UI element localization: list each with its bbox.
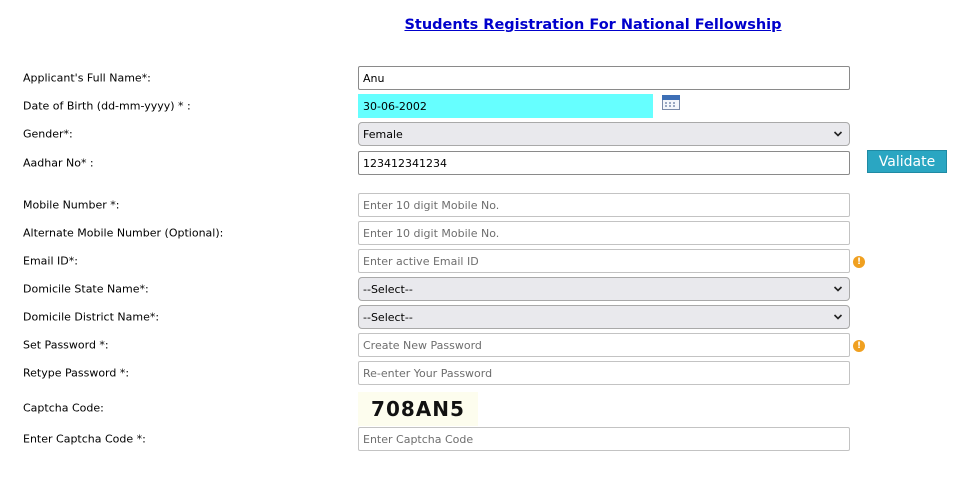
dob-row: Date of Birth (dd-mm-yyyy) * : (0, 94, 955, 118)
gender-selected-value: Female (363, 127, 403, 141)
chevron-down-icon (833, 131, 843, 137)
captcha-label: Captcha Code: (23, 401, 104, 415)
password-label: Set Password *: (23, 338, 109, 352)
domicile-district-selected-value: --Select-- (363, 310, 413, 324)
domicile-state-selected-value: --Select-- (363, 282, 413, 296)
captcha-input-row: Enter Captcha Code *: (0, 427, 955, 451)
retype-password-label: Retype Password *: (23, 366, 130, 380)
dob-input[interactable] (358, 94, 653, 118)
domicile-district-select[interactable]: --Select-- (358, 305, 850, 329)
password-row: Set Password *: (0, 333, 955, 357)
aadhar-row: Aadhar No* : (0, 151, 955, 175)
email-row: Email ID*: (0, 249, 955, 273)
validate-button[interactable]: Validate (867, 150, 947, 173)
retype-password-input[interactable] (358, 361, 850, 385)
mobile-label: Mobile Number *: (23, 198, 120, 212)
chevron-down-icon (833, 314, 843, 320)
captcha-input[interactable] (358, 427, 850, 451)
dob-label: Date of Birth (dd-mm-yyyy) * : (23, 99, 191, 113)
domicile-state-label: Domicile State Name*: (23, 282, 149, 296)
password-info-icon[interactable]: ! (853, 340, 865, 352)
email-info-icon[interactable]: ! (853, 256, 865, 268)
full-name-row: Applicant's Full Name*: (0, 66, 955, 90)
password-input[interactable] (358, 333, 850, 357)
alt-mobile-input[interactable] (358, 221, 850, 245)
email-label: Email ID*: (23, 254, 78, 268)
aadhar-label: Aadhar No* : (23, 156, 94, 170)
gender-label: Gender*: (23, 127, 73, 141)
captcha-input-label: Enter Captcha Code *: (23, 432, 146, 446)
domicile-state-row: Domicile State Name*: --Select-- (0, 277, 955, 301)
mobile-input[interactable] (358, 193, 850, 217)
domicile-state-select[interactable]: --Select-- (358, 277, 850, 301)
alt-mobile-row: Alternate Mobile Number (Optional): (0, 221, 955, 245)
gender-row: Gender*: Female (0, 122, 955, 146)
email-input[interactable] (358, 249, 850, 273)
chevron-down-icon (833, 286, 843, 292)
mobile-row: Mobile Number *: (0, 193, 955, 217)
aadhar-input[interactable] (358, 151, 850, 175)
domicile-district-row: Domicile District Name*: --Select-- (0, 305, 955, 329)
gender-select[interactable]: Female (358, 122, 850, 146)
full-name-label: Applicant's Full Name*: (23, 71, 151, 85)
calendar-icon[interactable] (662, 95, 680, 110)
domicile-district-label: Domicile District Name*: (23, 310, 160, 324)
captcha-image: 708AN5 (358, 392, 478, 426)
retype-password-row: Retype Password *: (0, 361, 955, 385)
full-name-input[interactable] (358, 66, 850, 90)
alt-mobile-label: Alternate Mobile Number (Optional): (23, 226, 224, 240)
page-title: Students Registration For National Fello… (404, 17, 782, 33)
